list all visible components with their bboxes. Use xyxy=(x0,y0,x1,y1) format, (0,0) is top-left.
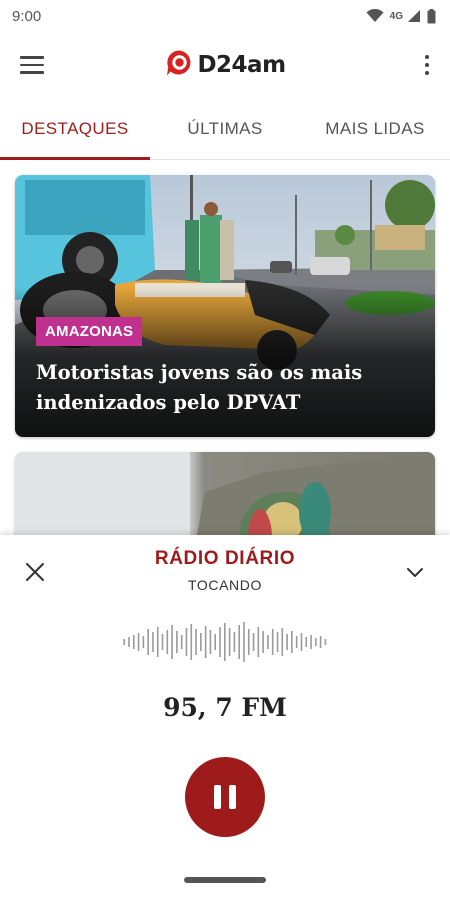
battery-icon xyxy=(427,8,436,24)
article-category-badge[interactable]: AMAZONAS xyxy=(36,317,143,346)
article-headline[interactable]: Motoristas jovens são os mais indenizado… xyxy=(36,358,416,418)
tab-destaques[interactable]: DESTAQUES xyxy=(0,98,150,160)
hamburger-menu-icon[interactable] xyxy=(20,52,50,78)
tab-mais-lidas[interactable]: MAIS LIDAS xyxy=(300,98,450,159)
tab-ultimas[interactable]: ÚLTIMAS xyxy=(150,98,300,159)
chevron-down-icon[interactable] xyxy=(404,561,426,583)
playback-status: TOCANDO xyxy=(188,577,262,593)
article-card[interactable]: AMAZONAS Motoristas jovens são os mais i… xyxy=(15,175,435,437)
waveform-icon xyxy=(123,622,327,662)
network-type-label: 4G xyxy=(389,10,403,22)
logo-text: D24am xyxy=(197,52,286,78)
section-tabs: DESTAQUES ÚLTIMAS MAIS LIDAS xyxy=(0,98,450,160)
app-logo: D24am xyxy=(164,48,286,83)
pause-icon xyxy=(229,785,236,809)
cellular-signal-icon xyxy=(407,9,421,23)
pause-icon xyxy=(214,785,221,809)
status-time: 9:00 xyxy=(12,7,42,25)
more-vert-icon[interactable] xyxy=(418,50,436,80)
station-name: RÁDIO DIÁRIO xyxy=(154,548,296,569)
logo-mark-icon xyxy=(164,48,194,83)
status-icons: 4G xyxy=(366,8,436,24)
station-frequency: 95, 7 FM xyxy=(163,693,287,722)
wifi-icon xyxy=(366,9,384,23)
pause-button[interactable] xyxy=(185,757,265,837)
status-bar: 9:00 4G xyxy=(0,0,450,32)
radio-player-sheet: RÁDIO DIÁRIO TOCANDO 95, 7 FM xyxy=(0,535,450,900)
home-indicator[interactable] xyxy=(184,877,266,883)
app-bar: D24am xyxy=(0,32,450,98)
